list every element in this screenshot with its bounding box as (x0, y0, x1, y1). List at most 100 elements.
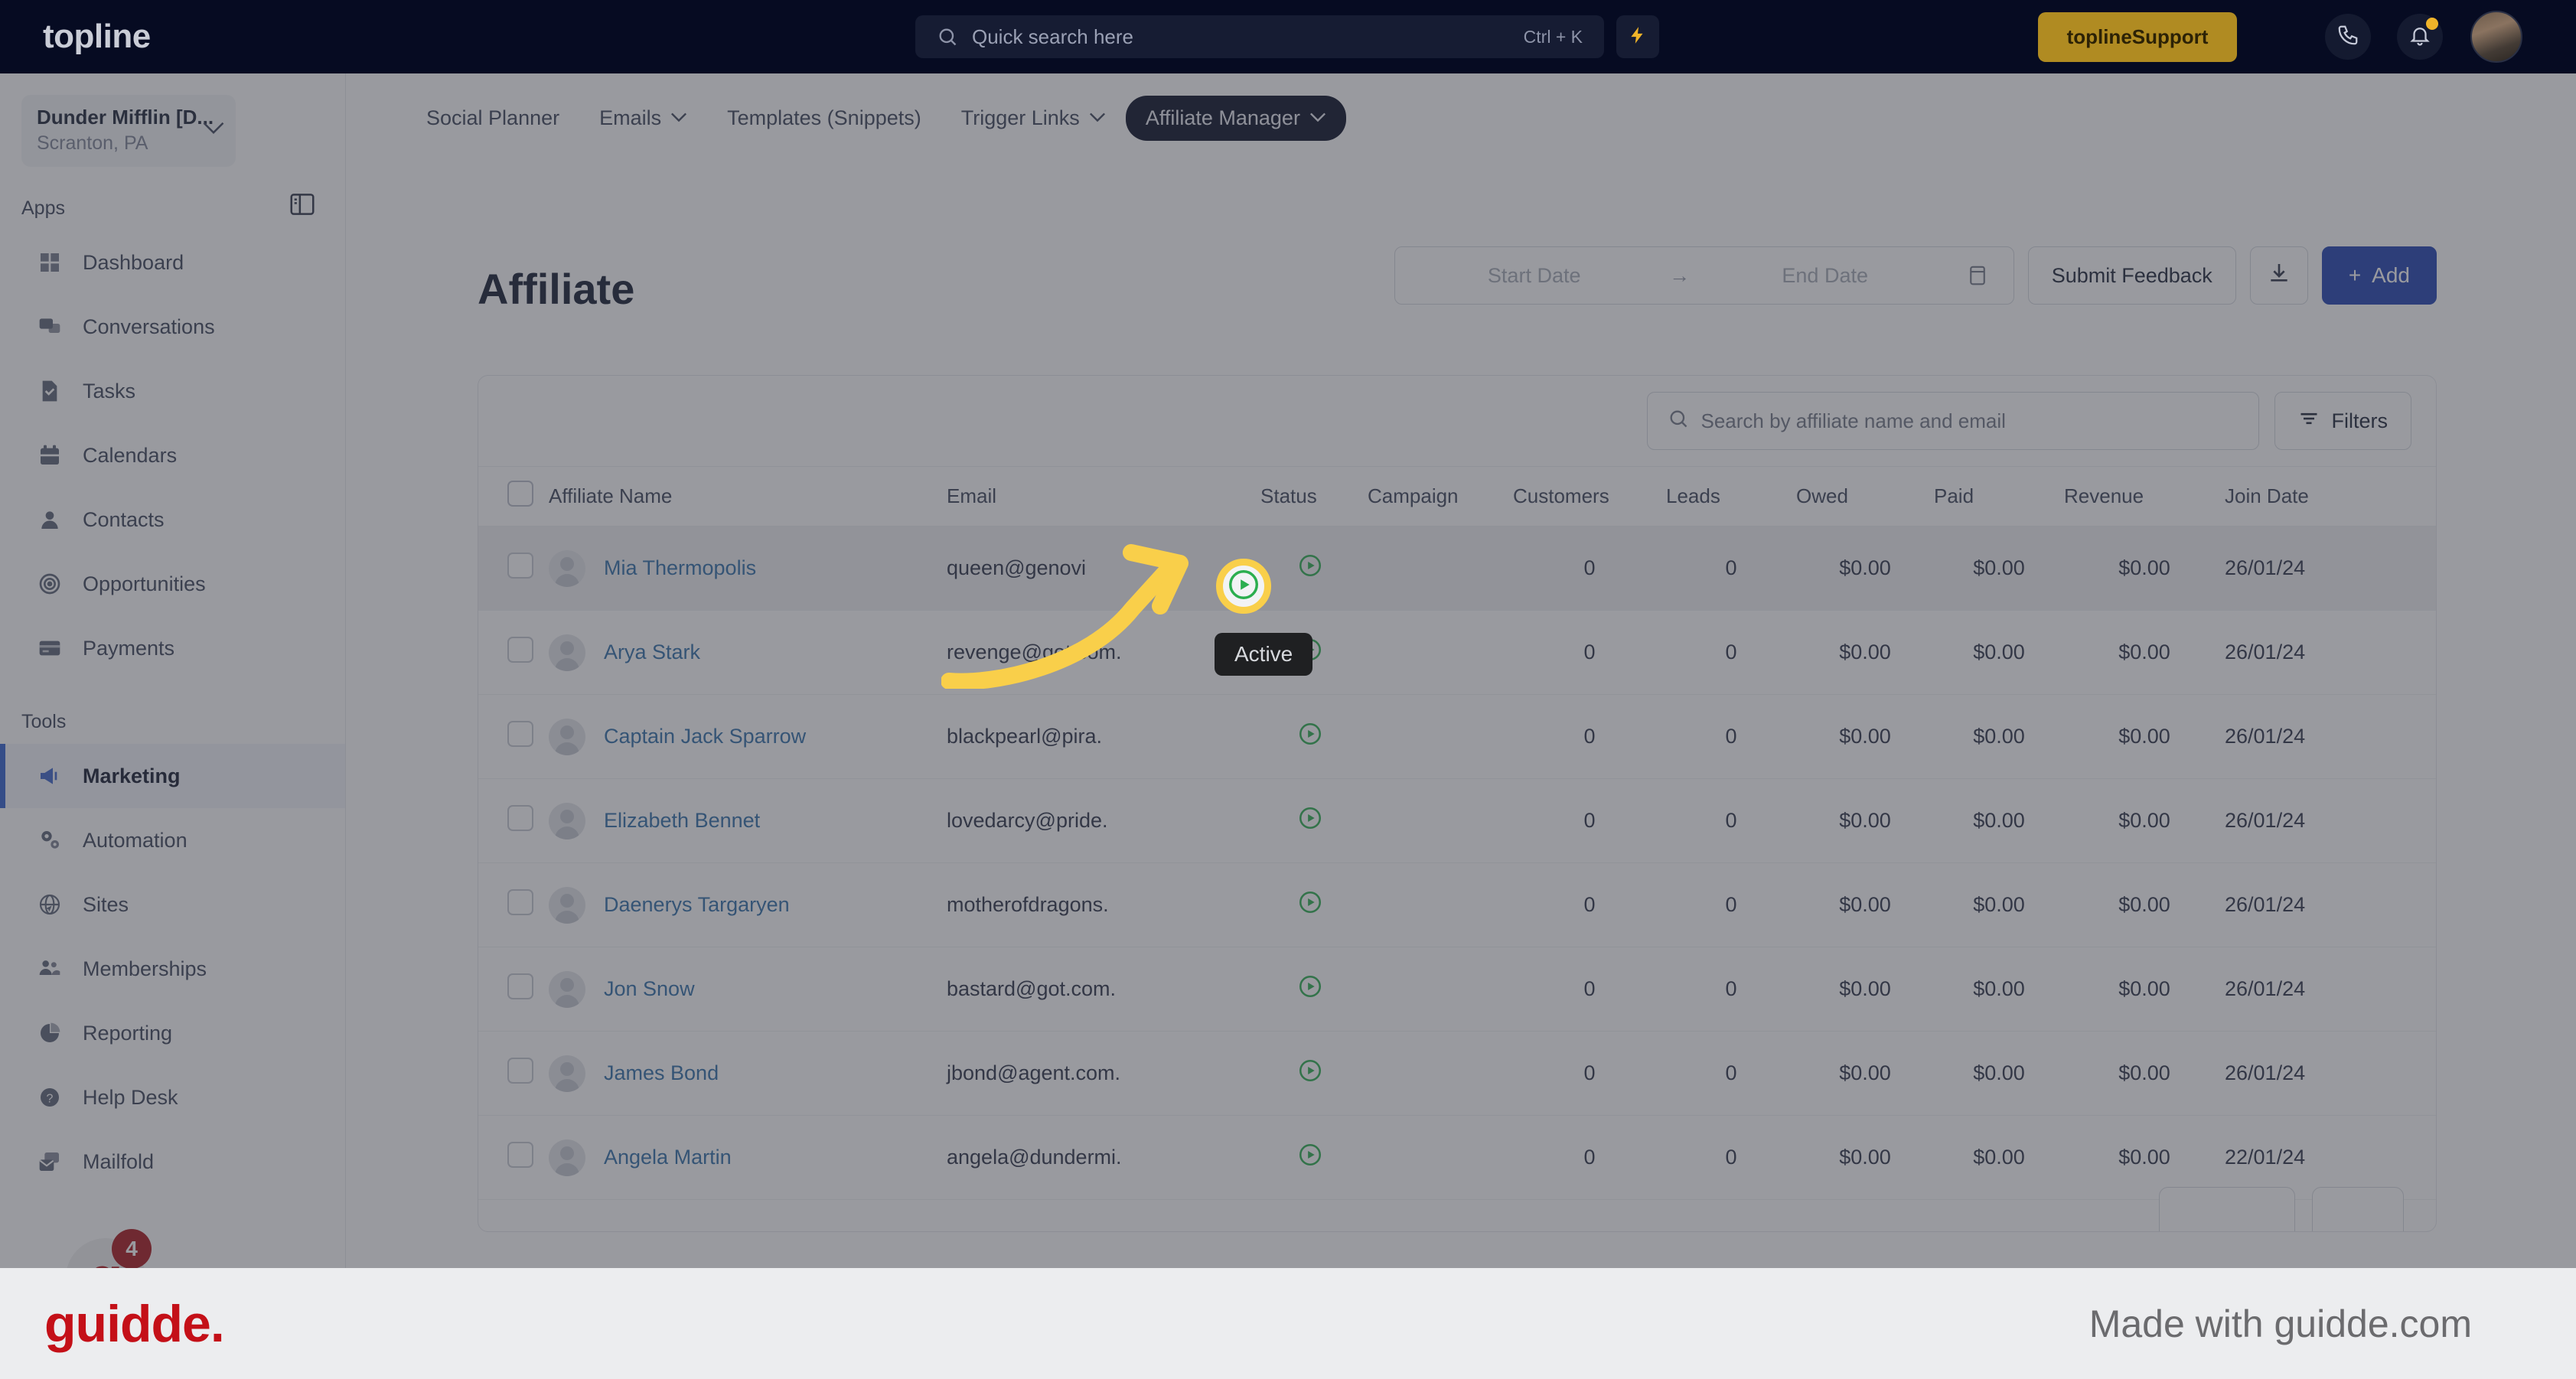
sidebar-item-calendars[interactable]: Calendars (0, 423, 345, 487)
affiliate-name-link[interactable]: Jon Snow (604, 977, 695, 1001)
pagination-page-size[interactable] (2159, 1187, 2295, 1231)
tab-templates-snippets[interactable]: Templates (Snippets) (707, 96, 941, 141)
status-cell[interactable] (1253, 778, 1368, 863)
status-cell[interactable] (1253, 1115, 1368, 1200)
chat-icon (37, 314, 63, 340)
column-header-join-date[interactable]: Join Date (2225, 466, 2416, 526)
lightning-bolt-button[interactable] (1616, 15, 1659, 58)
support-button[interactable]: topline Support (2038, 12, 2237, 62)
filters-button[interactable]: Filters (2274, 392, 2411, 450)
column-header-status[interactable]: Status (1253, 466, 1368, 526)
notifications-button[interactable] (2397, 14, 2443, 60)
play-circle-icon[interactable] (1297, 721, 1323, 747)
play-circle-icon[interactable] (1297, 805, 1323, 831)
row-checkbox[interactable] (507, 553, 533, 579)
status-cell[interactable] (1253, 862, 1368, 947)
table-row[interactable]: James Bond jbond@agent.com. 0 0 $0.00 $0.00 $0… (478, 1031, 2436, 1116)
affiliate-name-link[interactable]: James Bond (604, 1061, 719, 1085)
table-row[interactable]: Elizabeth Bennet lovedarcy@pride. 0 0 $0.00 $… (478, 778, 2436, 863)
row-actions-cell[interactable] (2416, 610, 2436, 695)
table-row[interactable]: Captain Jack Sparrow blackpearl@pira. 0 0 $0… (478, 694, 2436, 779)
sidebar-item-sites[interactable]: Sites (0, 872, 345, 937)
play-circle-icon[interactable] (1297, 553, 1323, 579)
affiliate-name-link[interactable]: Elizabeth Bennet (604, 809, 760, 833)
sidebar-item-contacts[interactable]: Contacts (0, 487, 345, 552)
sidebar-item-help-desk[interactable]: ? Help Desk (0, 1065, 345, 1130)
affiliate-name-link[interactable]: Angela Martin (604, 1146, 732, 1169)
column-header-affiliate-name[interactable]: Affiliate Name (549, 466, 947, 526)
column-header-revenue[interactable]: Revenue (2064, 466, 2225, 526)
tab-affiliate-manager[interactable]: Affiliate Manager (1125, 95, 1346, 141)
row-checkbox[interactable] (507, 805, 533, 831)
select-all-checkbox[interactable] (507, 481, 533, 507)
affiliate-name-link[interactable]: Daenerys Targaryen (604, 893, 790, 917)
download-button[interactable] (2249, 246, 2308, 305)
row-checkbox[interactable] (507, 721, 533, 747)
affiliate-search-input[interactable]: Search by affiliate name and email (1646, 392, 2259, 450)
status-cell[interactable] (1253, 526, 1368, 611)
table-row[interactable]: Arya Stark revenge@got.com. 0 0 $0.00 $0.00 $0… (478, 610, 2436, 695)
sidebar-item-mailfold[interactable]: Mailfold (0, 1130, 345, 1194)
affiliate-name-link[interactable]: Mia Thermopolis (604, 556, 756, 580)
row-checkbox[interactable] (507, 1058, 533, 1084)
sidebar-item-marketing[interactable]: Marketing (0, 744, 345, 808)
column-header-leads[interactable]: Leads (1666, 466, 1796, 526)
table-toolbar: Search by affiliate name and email Filte… (478, 376, 2436, 466)
column-header-owed[interactable]: Owed (1796, 466, 1934, 526)
tab-emails[interactable]: Emails (579, 96, 707, 141)
table-row[interactable]: Angela Martin angela@dundermi. 0 0 $0.00 $0.0… (478, 1115, 2436, 1200)
row-checkbox[interactable] (507, 973, 533, 999)
end-date-input[interactable]: End Date (1710, 264, 1940, 288)
sidebar-item-memberships[interactable]: Memberships (0, 937, 345, 1001)
sidebar-item-opportunities[interactable]: Opportunities (0, 552, 345, 616)
sidebar-item-tasks[interactable]: Tasks (0, 359, 345, 423)
brand-logo[interactable]: topline (0, 18, 346, 56)
tab-social-planner[interactable]: Social Planner (406, 96, 579, 141)
sidebar-item-payments[interactable]: Payments (0, 616, 345, 680)
status-cell[interactable] (1253, 694, 1368, 779)
play-circle-icon[interactable] (1297, 1058, 1323, 1084)
campaign-cell (1368, 610, 1513, 695)
column-header-customers[interactable]: Customers (1513, 466, 1666, 526)
row-checkbox[interactable] (507, 1142, 533, 1168)
row-actions-cell[interactable] (2416, 526, 2436, 611)
row-actions-cell[interactable] (2416, 1031, 2436, 1116)
row-actions-cell[interactable] (2416, 862, 2436, 947)
column-header-email[interactable]: Email (947, 466, 1253, 526)
sidebar-toggle-icon[interactable] (288, 190, 317, 223)
quick-search-input[interactable]: Quick search here Ctrl + K (915, 15, 1604, 58)
table-row[interactable]: Daenerys Targaryen motherofdragons. 0 0 $0.0… (478, 862, 2436, 947)
sidebar-item-reporting[interactable]: Reporting (0, 1001, 345, 1065)
row-actions-cell[interactable] (2416, 947, 2436, 1032)
sidebar-item-automation[interactable]: Automation (0, 808, 345, 872)
row-checkbox[interactable] (507, 889, 533, 915)
play-circle-icon[interactable] (1297, 973, 1323, 999)
submit-feedback-button[interactable]: Submit Feedback (2027, 246, 2236, 305)
row-actions-cell[interactable] (2416, 694, 2436, 779)
status-cell[interactable] (1253, 1031, 1368, 1116)
column-header-paid[interactable]: Paid (1934, 466, 2064, 526)
tab-trigger-links[interactable]: Trigger Links (941, 96, 1126, 141)
row-actions-cell[interactable] (2416, 1115, 2436, 1200)
row-actions-cell[interactable] (2416, 778, 2436, 863)
play-circle-icon[interactable] (1297, 889, 1323, 915)
workspace-selector[interactable]: Dunder Mifflin [D... Scranton, PA (21, 95, 236, 167)
table-row[interactable]: Jon Snow bastard@got.com. 0 0 $0.00 $0.00 $0.0… (478, 947, 2436, 1032)
owed-cell: $0.00 (1796, 947, 1934, 1032)
pagination-next[interactable] (2312, 1187, 2404, 1231)
column-header-campaign[interactable]: Campaign (1368, 466, 1513, 526)
call-button[interactable] (2325, 14, 2371, 60)
row-checkbox[interactable] (507, 637, 533, 663)
add-button[interactable]: + Add (2321, 246, 2437, 305)
sidebar-item-conversations[interactable]: Conversations (0, 295, 345, 359)
affiliate-name-link[interactable]: Arya Stark (604, 641, 700, 664)
table-row[interactable]: Mia Thermopolis queen@genovi 0 0 $0.00 $0.00 $… (478, 526, 2436, 611)
play-circle-icon[interactable] (1297, 1142, 1323, 1168)
sidebar-item-dashboard[interactable]: Dashboard (0, 230, 345, 295)
user-avatar[interactable] (2470, 11, 2522, 63)
start-date-input[interactable]: Start Date (1420, 264, 1649, 288)
status-toggle-highlight[interactable] (1216, 559, 1271, 614)
date-range-picker[interactable]: Start Date → End Date (1394, 246, 2014, 305)
affiliate-name-link[interactable]: Captain Jack Sparrow (604, 725, 806, 748)
status-cell[interactable] (1253, 947, 1368, 1032)
